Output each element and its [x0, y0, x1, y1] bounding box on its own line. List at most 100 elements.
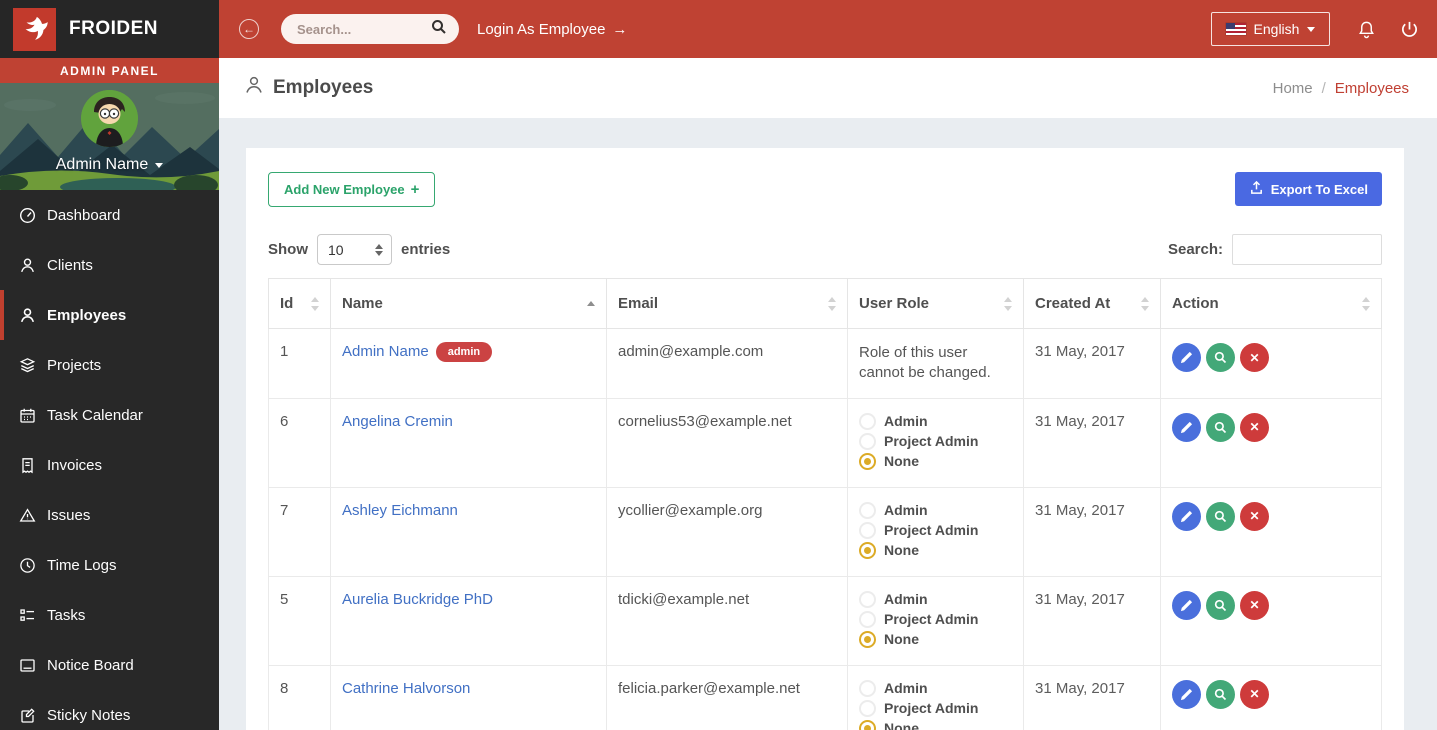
- employees-icon: [19, 307, 36, 324]
- cell-action: ✕: [1161, 665, 1382, 730]
- role-radio-admin[interactable]: Admin: [859, 413, 1012, 430]
- sidebar-item-task-calendar[interactable]: Task Calendar: [0, 390, 219, 440]
- entries-select[interactable]: 10: [317, 234, 392, 265]
- edit-button[interactable]: [1172, 680, 1201, 709]
- role-radio-project-admin[interactable]: Project Admin: [859, 522, 1012, 539]
- sidebar-item-projects[interactable]: Projects: [0, 340, 219, 390]
- sidebar-item-invoices[interactable]: Invoices: [0, 440, 219, 490]
- role-radio-project-admin[interactable]: Project Admin: [859, 611, 1012, 628]
- role-radio-admin[interactable]: Admin: [859, 591, 1012, 608]
- delete-button[interactable]: ✕: [1240, 591, 1269, 620]
- radio-icon[interactable]: [859, 680, 876, 697]
- global-search[interactable]: [281, 14, 459, 44]
- page-header: Employees Home / Employees: [219, 58, 1437, 118]
- radio-icon[interactable]: [859, 433, 876, 450]
- radio-checked-icon[interactable]: [859, 720, 876, 730]
- cell-user-role: Admin Project Admin None: [848, 576, 1024, 665]
- column-header-user-role[interactable]: User Role: [848, 279, 1024, 329]
- sidebar-item-issues[interactable]: Issues: [0, 490, 219, 540]
- breadcrumb-separator: /: [1322, 80, 1326, 97]
- notifications-bell-icon[interactable]: [1357, 20, 1376, 39]
- radio-icon[interactable]: [859, 502, 876, 519]
- column-header-id[interactable]: Id: [269, 279, 331, 329]
- role-radio-project-admin[interactable]: Project Admin: [859, 433, 1012, 450]
- employee-name-link[interactable]: Angelina Cremin: [342, 413, 453, 430]
- role-radio-none[interactable]: None: [859, 720, 1012, 730]
- brand-logo-area[interactable]: FROIDEN: [0, 0, 219, 58]
- froiden-bird-logo-icon: [13, 8, 56, 51]
- radio-icon[interactable]: [859, 413, 876, 430]
- edit-button[interactable]: [1172, 343, 1201, 372]
- role-radio-admin[interactable]: Admin: [859, 680, 1012, 697]
- topbar-right: English: [1211, 12, 1437, 46]
- employee-name-link[interactable]: Ashley Eichmann: [342, 502, 458, 519]
- sidebar-item-tasks[interactable]: Tasks: [0, 590, 219, 640]
- sidebar-item-dashboard[interactable]: Dashboard: [0, 190, 219, 240]
- sidebar-item-clients[interactable]: Clients: [0, 240, 219, 290]
- table-controls: Show 10 entries Search:: [268, 234, 1382, 265]
- cell-created-at: 31 May, 2017: [1024, 398, 1161, 487]
- breadcrumb-home-link[interactable]: Home: [1273, 80, 1313, 97]
- avatar[interactable]: [81, 90, 138, 147]
- column-header-action[interactable]: Action: [1161, 279, 1382, 329]
- add-new-employee-button[interactable]: Add New Employee +: [268, 172, 435, 207]
- cell-name: Aurelia Buckridge PhD: [331, 576, 607, 665]
- radio-icon[interactable]: [859, 591, 876, 608]
- employee-name-link[interactable]: Cathrine Halvorson: [342, 680, 470, 697]
- main-area: Employees Home / Employees Add New Emplo…: [219, 58, 1437, 730]
- role-radio-none[interactable]: None: [859, 453, 1012, 470]
- language-dropdown[interactable]: English: [1211, 12, 1330, 46]
- login-as-employee-link[interactable]: Login As Employee →: [477, 21, 627, 38]
- sidebar-item-notice-board[interactable]: Notice Board: [0, 640, 219, 690]
- sidebar-item-sticky-notes[interactable]: Sticky Notes: [0, 690, 219, 730]
- cell-name: Ashley Eichmann: [331, 487, 607, 576]
- view-button[interactable]: [1206, 680, 1235, 709]
- sort-icon: [1004, 297, 1013, 311]
- notice-board-icon: [19, 657, 36, 674]
- role-radio-admin[interactable]: Admin: [859, 502, 1012, 519]
- radio-icon[interactable]: [859, 611, 876, 628]
- tasks-icon: [19, 607, 36, 624]
- view-button[interactable]: [1206, 591, 1235, 620]
- column-header-email[interactable]: Email: [607, 279, 848, 329]
- sidebar-item-time-logs[interactable]: Time Logs: [0, 540, 219, 590]
- role-radio-project-admin[interactable]: Project Admin: [859, 700, 1012, 717]
- radio-icon[interactable]: [859, 522, 876, 539]
- column-header-created-at[interactable]: Created At: [1024, 279, 1161, 329]
- dashboard-icon: [19, 207, 36, 224]
- role-radio-none[interactable]: None: [859, 631, 1012, 648]
- content-area: Add New Employee + Export To Excel Show …: [219, 118, 1437, 730]
- sidebar-collapse-button[interactable]: ←: [239, 19, 259, 39]
- delete-button[interactable]: ✕: [1240, 680, 1269, 709]
- edit-button[interactable]: [1172, 413, 1201, 442]
- delete-button[interactable]: ✕: [1240, 502, 1269, 531]
- page-title: Employees: [244, 75, 373, 101]
- radio-checked-icon[interactable]: [859, 631, 876, 648]
- view-button[interactable]: [1206, 502, 1235, 531]
- table-search-input[interactable]: [1232, 234, 1382, 265]
- radio-icon[interactable]: [859, 700, 876, 717]
- sidebar-item-employees[interactable]: Employees: [0, 290, 219, 340]
- global-search-input[interactable]: [297, 22, 431, 37]
- profile-name-dropdown[interactable]: Admin Name: [56, 156, 163, 174]
- admin-panel-label: ADMIN PANEL: [0, 58, 219, 83]
- delete-button[interactable]: ✕: [1240, 343, 1269, 372]
- employees-card: Add New Employee + Export To Excel Show …: [246, 148, 1404, 730]
- export-to-excel-button[interactable]: Export To Excel: [1235, 172, 1382, 206]
- search-icon[interactable]: [431, 19, 447, 40]
- view-button[interactable]: [1206, 413, 1235, 442]
- cell-name: Cathrine Halvorson: [331, 665, 607, 730]
- delete-button[interactable]: ✕: [1240, 413, 1269, 442]
- edit-button[interactable]: [1172, 502, 1201, 531]
- employee-name-link[interactable]: Aurelia Buckridge PhD: [342, 591, 493, 608]
- table-row: 5 Aurelia Buckridge PhD tdicki@example.n…: [269, 576, 1382, 665]
- radio-checked-icon[interactable]: [859, 453, 876, 470]
- role-radio-none[interactable]: None: [859, 542, 1012, 559]
- cell-id: 5: [269, 576, 331, 665]
- radio-checked-icon[interactable]: [859, 542, 876, 559]
- view-button[interactable]: [1206, 343, 1235, 372]
- edit-button[interactable]: [1172, 591, 1201, 620]
- column-header-name[interactable]: Name: [331, 279, 607, 329]
- power-logout-icon[interactable]: [1400, 20, 1419, 39]
- employee-name-link[interactable]: Admin Name: [342, 343, 429, 360]
